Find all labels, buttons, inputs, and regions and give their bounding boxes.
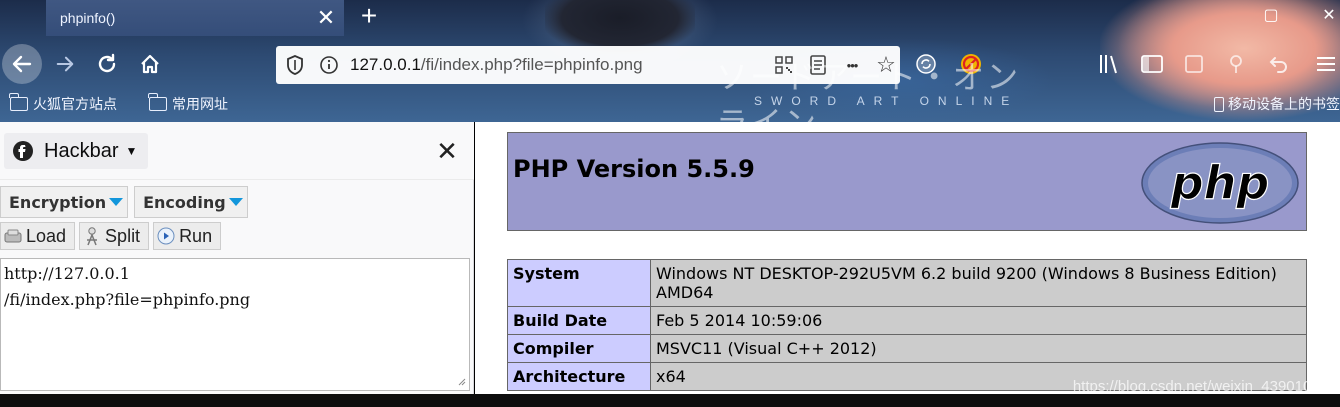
arrow-right-icon [56, 56, 74, 72]
phpinfo-header: PHP Version 5.5.9 php [507, 132, 1307, 231]
row-key: Compiler [507, 334, 651, 363]
tab-close-icon[interactable]: ✕ [312, 4, 340, 32]
pin-icon[interactable] [1222, 50, 1250, 78]
home-button[interactable] [134, 48, 166, 80]
browser-chrome: phpinfo() ✕ + ▢ ✕ 127.0.0.1/fi/index.php… [0, 0, 1340, 122]
site-info-icon[interactable] [318, 54, 340, 76]
reload-icon [98, 53, 116, 73]
load-url-icon [4, 227, 22, 245]
dropdown-triangle-icon [109, 198, 124, 206]
php-logo[interactable]: php [1140, 141, 1300, 225]
ad-block-icon[interactable] [957, 50, 985, 78]
back-button[interactable] [2, 44, 42, 84]
row-value: MSVC11 (Visual C++ 2012) [650, 334, 1307, 363]
hackbar-sidebar: Hackbar ▼ ✕ Encryption Encoding Load Spl… [0, 122, 474, 394]
screenshot-icon[interactable] [1180, 50, 1208, 78]
bottom-strip [0, 394, 1340, 407]
new-tab-button[interactable]: + [352, 0, 386, 32]
table-row: Build Date Feb 5 2014 10:59:06 [507, 306, 1307, 335]
extension-sync-icon[interactable] [912, 50, 940, 78]
split-url-icon [83, 227, 101, 246]
bookmark-firefox-official[interactable]: 火狐官方站点 [9, 93, 117, 114]
forward-button[interactable] [50, 48, 80, 80]
address-bar[interactable]: 127.0.0.1/fi/index.php?file=phpinfo.png … [276, 46, 900, 84]
table-row: System Windows NT DESKTOP-292U5VM 6.2 bu… [507, 259, 1307, 307]
chevron-down-icon: ▼ [125, 144, 138, 158]
encryption-menu[interactable]: Encryption [0, 186, 129, 218]
url-host: 127.0.0.1 [350, 55, 421, 74]
sidebar-toggle-icon[interactable] [1138, 50, 1166, 78]
arrow-left-icon [12, 55, 32, 73]
bookmark-label: 常用网址 [172, 96, 228, 112]
tracking-shield-icon[interactable] [284, 54, 306, 76]
url-path: /fi/index.php?file=phpinfo.png [420, 55, 643, 74]
button-label: Split [105, 225, 141, 246]
home-icon [141, 54, 159, 74]
bookmark-star-icon[interactable]: ☆ [872, 51, 900, 79]
row-key: Build Date [507, 306, 651, 335]
bookmark-common-sites[interactable]: 常用网址 [148, 93, 228, 114]
run-button[interactable]: Run [153, 222, 222, 250]
reload-button[interactable] [92, 48, 122, 80]
bookmark-mobile[interactable]: 移动设备上的书签 [1214, 94, 1340, 114]
row-key: System [507, 259, 651, 307]
library-icon[interactable] [1096, 50, 1124, 78]
resize-grip-icon[interactable] [456, 376, 466, 386]
url-text[interactable]: 127.0.0.1/fi/index.php?file=phpinfo.png [350, 55, 764, 75]
tab-bar: phpinfo() ✕ + ▢ ✕ [0, 0, 1340, 36]
folder-icon [9, 93, 28, 111]
hackbar-logo-icon [13, 141, 33, 161]
close-window-icon[interactable]: ✕ [1318, 4, 1340, 26]
sidebar-title: Hackbar [44, 139, 119, 162]
bookmarks-toolbar: 火狐官方站点 常用网址 移动设备上的书签 [0, 92, 1340, 120]
phpinfo-table: System Windows NT DESKTOP-292U5VM 6.2 bu… [507, 259, 1307, 391]
hackbar-action-row: Load Split Run [0, 222, 222, 250]
button-label: Run [179, 225, 213, 246]
bookmark-label: 火狐官方站点 [33, 96, 117, 112]
encoding-menu[interactable]: Encoding [134, 186, 248, 218]
sidebar-header: Hackbar ▼ ✕ [0, 122, 474, 180]
load-button[interactable]: Load [0, 222, 76, 250]
button-label: Load [26, 225, 67, 246]
phone-icon [1214, 96, 1224, 112]
undo-icon[interactable] [1264, 50, 1292, 78]
hamburger-menu-icon[interactable] [1312, 50, 1340, 78]
navigation-toolbar: 127.0.0.1/fi/index.php?file=phpinfo.png … [0, 40, 1340, 90]
split-button[interactable]: Split [79, 222, 150, 250]
dropdown-triangle-icon [228, 198, 243, 206]
bookmark-label: 移动设备上的书签 [1228, 96, 1340, 112]
menu-label: Encryption [9, 192, 107, 212]
more-actions-icon[interactable]: ••• [838, 51, 866, 79]
play-icon [157, 227, 175, 245]
sidebar-close-icon[interactable]: ✕ [432, 136, 462, 166]
row-key: Architecture [507, 362, 651, 391]
restore-window-icon[interactable]: ▢ [1260, 4, 1282, 26]
hackbar-menu-row: Encryption Encoding [0, 186, 248, 218]
reader-view-icon[interactable] [804, 51, 832, 79]
folder-icon [148, 93, 167, 111]
table-row: Compiler MSVC11 (Visual C++ 2012) [507, 334, 1307, 363]
tab-phpinfo[interactable]: phpinfo() ✕ [46, 0, 344, 36]
php-logo-text: php [1170, 156, 1270, 210]
csdn-watermark: https://blog.csdn.net/weixin_43901038 [1072, 378, 1328, 395]
qr-code-icon[interactable] [770, 51, 798, 79]
sidebar-switcher[interactable]: Hackbar ▼ [4, 133, 148, 169]
tab-title: phpinfo() [60, 10, 116, 26]
row-value: Windows NT DESKTOP-292U5VM 6.2 build 920… [650, 259, 1307, 307]
url-textarea[interactable]: http://127.0.0.1 /fi/index.php?file=phpi… [0, 258, 470, 391]
menu-label: Encoding [143, 192, 226, 212]
row-value: Feb 5 2014 10:59:06 [650, 306, 1307, 335]
page-content: PHP Version 5.5.9 php System Windows NT … [475, 122, 1340, 394]
php-version-title: PHP Version 5.5.9 [513, 155, 755, 183]
